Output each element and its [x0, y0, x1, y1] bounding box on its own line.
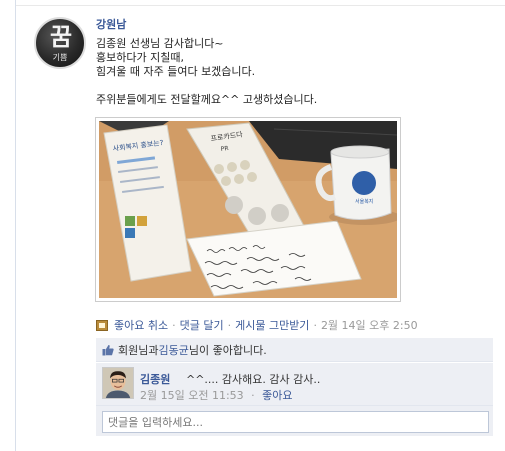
separator: ·: [313, 318, 317, 332]
comment-link[interactable]: 댓글 달기: [180, 317, 224, 333]
unfollow-post-link[interactable]: 게시물 그만받기: [235, 317, 309, 333]
photo-album-icon: [96, 319, 108, 331]
feed-top-divider: [15, 0, 505, 6]
likes-summary: 회원님과 김동균 님이 좋아합니다.: [96, 338, 493, 362]
card-subtitle: PR: [220, 145, 229, 153]
post-author-name[interactable]: 강원남: [96, 16, 126, 32]
message-line: 주위분들에게도 전달할께요^^ 고생하셨습니다.: [96, 93, 318, 106]
avatar-caption: 기쁨: [52, 53, 68, 62]
message-line: 김종원 선생님 감사합니다~: [96, 37, 224, 50]
post-message: 김종원 선생님 감사합니다~ 홍보하다가 지칠때, 힘겨울 때 자주 들여다 보…: [96, 37, 486, 107]
separator: ·: [172, 318, 176, 332]
author-avatar[interactable]: 꿈 기쁨: [34, 17, 86, 69]
comment-timestamp[interactable]: 2월 15일 오전 11:53: [140, 389, 244, 402]
thumbs-up-icon: [102, 344, 114, 355]
likes-prefix: 회원님과: [118, 343, 159, 357]
mug-brand: 서울복지: [355, 198, 373, 205]
comment-composer: [96, 406, 493, 436]
comment-like-link[interactable]: 좋아요: [262, 389, 292, 402]
comment-item: 김종원 ^^.... 감사해요. 감사 감사.. 2월 15일 오전 11:53…: [96, 363, 493, 406]
feed-left-border: [15, 0, 16, 451]
post-actions: 좋아요 취소 · 댓글 달기 · 게시물 그만받기 · 2월 14일 오후 2:…: [96, 318, 418, 332]
message-line: 힘겨울 때 자주 들여다 보겠습니다.: [96, 65, 256, 78]
commenter-avatar[interactable]: [102, 367, 134, 399]
comment-input[interactable]: [102, 411, 489, 433]
comment-text: ^^.... 감사해요. 감사 감사..: [186, 373, 321, 386]
photo-desk-brochures: 사회복지 홍보는? 프로카드다 PR 서울복지: [99, 121, 397, 298]
liker-name-link[interactable]: 김동균: [158, 342, 188, 358]
separator: ·: [251, 389, 255, 402]
unlike-link[interactable]: 좋아요 취소: [114, 317, 168, 333]
comment-author-link[interactable]: 김종원: [140, 371, 170, 387]
post-timestamp[interactable]: 2월 14일 오후 2:50: [321, 317, 418, 333]
likes-suffix: 님이 좋아합니다.: [188, 343, 267, 357]
message-line: 홍보하다가 지칠때,: [96, 51, 184, 64]
avatar-calligraphy: 꿈: [49, 22, 73, 51]
comment-meta: 2월 15일 오전 11:53 · 좋아요: [140, 387, 293, 403]
separator: ·: [227, 318, 232, 332]
post-photo[interactable]: 사회복지 홍보는? 프로카드다 PR 서울복지: [95, 117, 401, 302]
